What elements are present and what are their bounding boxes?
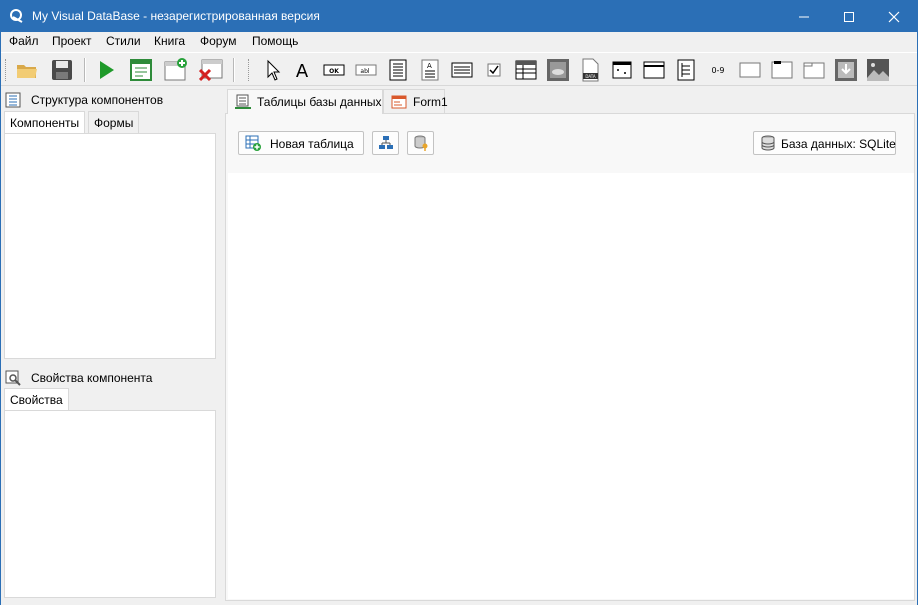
close-icon[interactable]	[871, 1, 917, 32]
add-form-icon[interactable]	[163, 57, 189, 83]
svg-text:DATA: DATA	[585, 74, 596, 79]
relations-icon	[378, 135, 394, 151]
menu-forum[interactable]: Форум	[198, 34, 238, 48]
app-window: My Visual DataBase - незарегистрированна…	[0, 0, 918, 605]
database-icon	[760, 135, 776, 151]
checkbox-icon[interactable]	[481, 57, 507, 83]
panel-icon[interactable]	[737, 57, 763, 83]
svg-text:OK: OK	[329, 68, 339, 75]
components-tree[interactable]	[4, 133, 216, 359]
menu-help[interactable]: Помощь	[250, 34, 300, 48]
form-properties-icon[interactable]	[128, 57, 154, 83]
minimize-icon[interactable]	[781, 1, 827, 32]
properties-title: Свойства компонента	[31, 371, 153, 385]
bottom-edge	[1, 601, 917, 605]
groupbox-icon[interactable]	[769, 57, 795, 83]
menu-bar: Файл Проект Стили Книга Форум Помощь	[1, 32, 917, 52]
tab-forms[interactable]: Формы	[88, 111, 140, 133]
memo-icon[interactable]	[385, 57, 411, 83]
properties-grid[interactable]	[4, 410, 216, 598]
toolbar-grip[interactable]	[248, 59, 251, 81]
database-tables-icon	[235, 94, 251, 110]
toolbar-separator	[233, 58, 235, 82]
app-logo-icon	[9, 8, 25, 24]
svg-text:A: A	[427, 62, 432, 70]
datetime-icon[interactable]	[609, 57, 635, 83]
dbimage-icon[interactable]	[545, 57, 571, 83]
new-table-button[interactable]: Новая таблица	[238, 131, 364, 155]
label-icon[interactable]: A	[289, 57, 315, 83]
counter-icon[interactable]: 0-9	[705, 57, 731, 83]
pointer-icon[interactable]	[259, 57, 285, 83]
text-icon[interactable]: A	[417, 57, 443, 83]
toolbar-grip[interactable]	[5, 59, 8, 81]
save-icon[interactable]	[49, 57, 75, 83]
tab-form1[interactable]: Form1	[383, 89, 448, 113]
new-table-icon	[245, 135, 261, 151]
svg-text:A: A	[296, 61, 309, 82]
window-title: My Visual DataBase - незарегистрированна…	[32, 9, 320, 23]
main-area: Таблицы базы данных Form1 Новая таблица	[225, 89, 915, 601]
edit-icon[interactable]: abl	[353, 57, 379, 83]
components-structure-panel: Структура компонентов Компоненты Формы	[1, 89, 219, 359]
menu-styles[interactable]: Стили	[104, 34, 143, 48]
treeview-icon[interactable]	[673, 57, 699, 83]
title-bar[interactable]: My Visual DataBase - незарегистрированна…	[1, 1, 917, 32]
pagecontrol-icon[interactable]	[801, 57, 827, 83]
svg-text:abl: abl	[360, 68, 369, 75]
structure-icon	[5, 92, 21, 108]
tab-components[interactable]: Компоненты	[4, 111, 86, 133]
menu-file[interactable]: Файл	[7, 34, 41, 48]
button-icon[interactable]: OK	[321, 57, 347, 83]
database-key-icon	[413, 135, 429, 151]
properties-header: Свойства компонента	[5, 368, 215, 388]
menu-book[interactable]: Книга	[152, 34, 187, 48]
menu-project[interactable]: Проект	[50, 34, 94, 48]
tables-button-bar: Новая таблица База данных: SQLite	[226, 114, 914, 172]
new-table-label: Новая таблица	[270, 137, 354, 151]
tab-form1-label: Form1	[413, 95, 448, 109]
database-sqlite-label: База данных: SQLite	[781, 137, 896, 151]
open-folder-icon[interactable]	[14, 57, 40, 83]
structure-title: Структура компонентов	[31, 93, 164, 107]
tab-database-tables[interactable]: Таблицы базы данных	[227, 89, 383, 114]
toolbar-separator	[84, 58, 86, 82]
relations-button[interactable]	[372, 131, 399, 155]
toolbar: A OK abl A DATA 0-9	[1, 52, 917, 86]
combobox-icon[interactable]	[449, 57, 475, 83]
structure-header: Структура компонентов	[5, 90, 215, 110]
database-tables-panel: Новая таблица База данных: SQLite	[225, 113, 915, 601]
maximize-icon[interactable]	[826, 1, 872, 32]
database-sqlite-button[interactable]: База данных: SQLite	[753, 131, 896, 155]
tables-work-area[interactable]	[228, 173, 914, 599]
tablegrid-icon[interactable]	[513, 57, 539, 83]
svg-text:0-9: 0-9	[711, 66, 724, 75]
component-properties-panel: Свойства компонента Свойства	[1, 367, 219, 601]
dbfile-icon[interactable]: DATA	[577, 57, 603, 83]
form-icon	[391, 94, 407, 110]
run-icon[interactable]	[93, 57, 119, 83]
tab-properties[interactable]: Свойства	[4, 388, 69, 410]
download-icon[interactable]	[833, 57, 859, 83]
grid-icon[interactable]	[641, 57, 667, 83]
delete-form-icon[interactable]	[198, 57, 224, 83]
tab-database-tables-label: Таблицы базы данных	[257, 95, 382, 109]
database-key-button[interactable]	[407, 131, 434, 155]
image-icon[interactable]	[865, 57, 891, 83]
properties-icon	[5, 370, 21, 386]
